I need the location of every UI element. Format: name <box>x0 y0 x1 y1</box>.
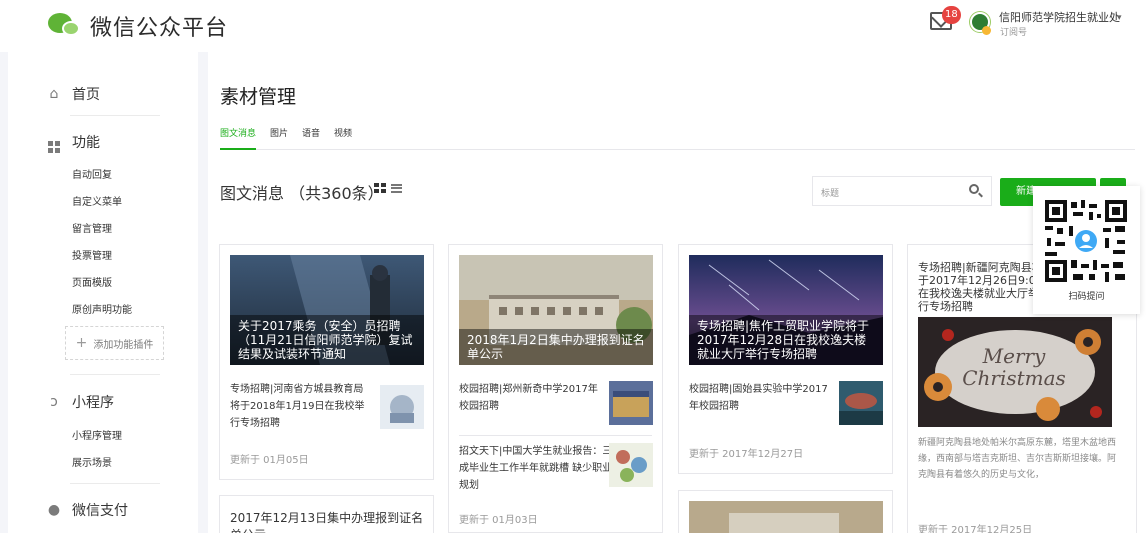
sidebar-item-label: 首页 <box>72 87 100 103</box>
top-bar: 微信公众平台 18 信阳师范学院招生就业处 订阅号 ▾ <box>0 0 1148 52</box>
home-icon: ⌂ <box>49 86 59 102</box>
divider <box>459 435 652 436</box>
article-thumbnail <box>609 443 653 487</box>
sidebar-item-scenes[interactable]: 展示场景 <box>72 454 112 469</box>
cover-image[interactable]: 专场招聘|焦作工贸职业学院将于2017年12月28日在我校逸夫楼就业大厅举行专场… <box>689 255 883 365</box>
wechat-logo[interactable]: 微信公众平台 <box>48 10 228 42</box>
grid-view-icon[interactable] <box>374 183 386 193</box>
article-card[interactable]: 2018年1月2日集中办理报到证名单公示 校园招聘|郑州新奇中学2017年校园招… <box>448 244 663 533</box>
sidebar-item-custom-menu[interactable]: 自定义菜单 <box>72 193 122 208</box>
sidebar-item-comments[interactable]: 留言管理 <box>72 220 112 235</box>
mail-badge: 18 <box>942 6 961 24</box>
article-title[interactable]: 专场招聘|新疆阿克陶县将于2017年12月26日9:00在我校逸夫楼就业大厅举行… <box>918 261 1048 313</box>
sidebar-item-home[interactable]: ⌂ 首页 <box>46 84 100 104</box>
account-avatar[interactable] <box>970 12 991 35</box>
cover-text: Merry Christmas <box>962 344 1066 390</box>
sidebar: ⌂ 首页 功能 自动回复 自定义菜单 留言管理 投票管理 页面模版 原创声明功能… <box>8 52 198 533</box>
article-item-title[interactable]: 校园招聘|郑州新奇中学2017年校园招聘 <box>459 381 599 415</box>
cover-image[interactable]: 2018年1月2日集中办理报到证名单公示 <box>459 255 653 365</box>
qr-code-icon <box>1043 198 1129 284</box>
plus-icon: + <box>75 335 88 351</box>
cover-title: 专场招聘|焦作工贸职业学院将于2017年12月28日在我校逸夫楼就业大厅举行专场… <box>689 315 883 365</box>
search-input[interactable]: 标题 <box>812 176 992 206</box>
tab-voice[interactable]: 语音 <box>302 126 320 150</box>
divider <box>70 115 160 116</box>
sidebar-item-auto-reply[interactable]: 自动回复 <box>72 166 112 181</box>
article-card[interactable]: 关于2017乘务（安全）员招聘（11月21日信阳师范学院）复试结果及试装环节通知… <box>219 244 434 480</box>
chevron-down-icon[interactable]: ▾ <box>1117 13 1122 23</box>
article-thumbnail <box>380 385 424 429</box>
cover-title: 2018年1月2日集中办理报到证名单公示 <box>459 329 653 365</box>
view-toggle <box>374 183 402 193</box>
updated-time: 更新于 2017年12月27日 <box>689 449 804 460</box>
tab-video[interactable]: 视频 <box>334 126 352 150</box>
tab-bar: 图文消息 图片 语音 视频 <box>220 126 1135 150</box>
updated-time: 更新于 2017年12月25日 <box>918 525 1033 533</box>
sidebar-item-templates[interactable]: 页面模版 <box>72 274 112 289</box>
search-icon[interactable] <box>969 184 979 194</box>
logo-text: 微信公众平台 <box>90 16 229 41</box>
article-description: 新疆阿克陶县地处帕米尔高原东麓，塔里木盆地西缘，西南部与塔吉克斯坦、吉尔吉斯斯坦… <box>918 438 1117 480</box>
grid-icon <box>46 134 62 153</box>
article-item-title[interactable]: 专场招聘|河南省方城县教育局将于2018年1月19日在我校举行专场招聘 <box>230 381 370 432</box>
cover-photo <box>689 501 883 533</box>
article-item-title[interactable]: 校园招聘|固始县实验中学2017年校园招聘 <box>689 381 829 415</box>
article-thumbnail <box>609 381 653 425</box>
sidebar-item-label: 微信支付 <box>72 503 128 519</box>
sidebar-item-wechat-pay[interactable]: ● 微信支付 <box>46 500 128 520</box>
sidebar-item-label: 功能 <box>72 135 100 151</box>
miniprogram-icon: ↄ <box>50 394 58 410</box>
updated-time: 更新于 01月05日 <box>230 455 309 466</box>
sidebar-item-votes[interactable]: 投票管理 <box>72 247 112 262</box>
divider <box>70 483 160 484</box>
pay-icon: ● <box>47 502 61 518</box>
article-item-title[interactable]: 招文天下|中国大学生就业报告：三成毕业生工作半年就跳槽 缺少职业规划 <box>459 443 614 494</box>
article-thumbnail <box>839 381 883 425</box>
updated-time: 更新于 01月03日 <box>459 515 538 526</box>
sidebar-item-function[interactable]: 功能 <box>46 132 100 153</box>
sidebar-item-miniprogram[interactable]: ↄ 小程序 <box>46 392 114 412</box>
divider <box>70 374 160 375</box>
list-view-icon[interactable] <box>391 183 402 193</box>
sidebar-item-miniprogram-manage[interactable]: 小程序管理 <box>72 427 122 442</box>
cover-image[interactable]: 关于2017乘务（安全）员招聘（11月21日信阳师范学院）复试结果及试装环节通知 <box>230 255 424 365</box>
page-title: 素材管理 <box>220 86 297 108</box>
article-title[interactable]: 2017年12月13日集中办理报到证名单公示 <box>230 510 425 533</box>
add-plugin-button[interactable]: + 添加功能插件 <box>65 326 164 360</box>
add-plugin-label: 添加功能插件 <box>93 339 154 351</box>
section-title: 图文消息 （共360条） <box>220 184 384 203</box>
article-card[interactable]: 2017年12月13日集中办理报到证名单公示 <box>219 495 434 533</box>
tab-articles[interactable]: 图文消息 <box>220 126 257 150</box>
article-card[interactable]: 专场招聘|焦作工贸职业学院将于2017年12月28日在我校逸夫楼就业大厅举行专场… <box>678 244 893 474</box>
sidebar-item-original[interactable]: 原创声明功能 <box>72 301 132 316</box>
qr-label: 扫码提问 <box>1068 292 1105 302</box>
tab-images[interactable]: 图片 <box>270 126 288 150</box>
cover-title: 关于2017乘务（安全）员招聘（11月21日信阳师范学院）复试结果及试装环节通知 <box>230 315 424 365</box>
cover-image[interactable]: Merry Christmas <box>918 317 1112 427</box>
sidebar-item-label: 小程序 <box>72 395 114 411</box>
search-placeholder: 标题 <box>821 189 840 199</box>
qr-code-popup[interactable]: 扫码提问 <box>1033 186 1140 314</box>
account-name[interactable]: 信阳师范学院招生就业处 <box>999 9 1120 25</box>
account-type: 订阅号 <box>1000 28 1028 38</box>
wechat-icon <box>48 13 82 39</box>
article-card[interactable] <box>678 490 893 533</box>
